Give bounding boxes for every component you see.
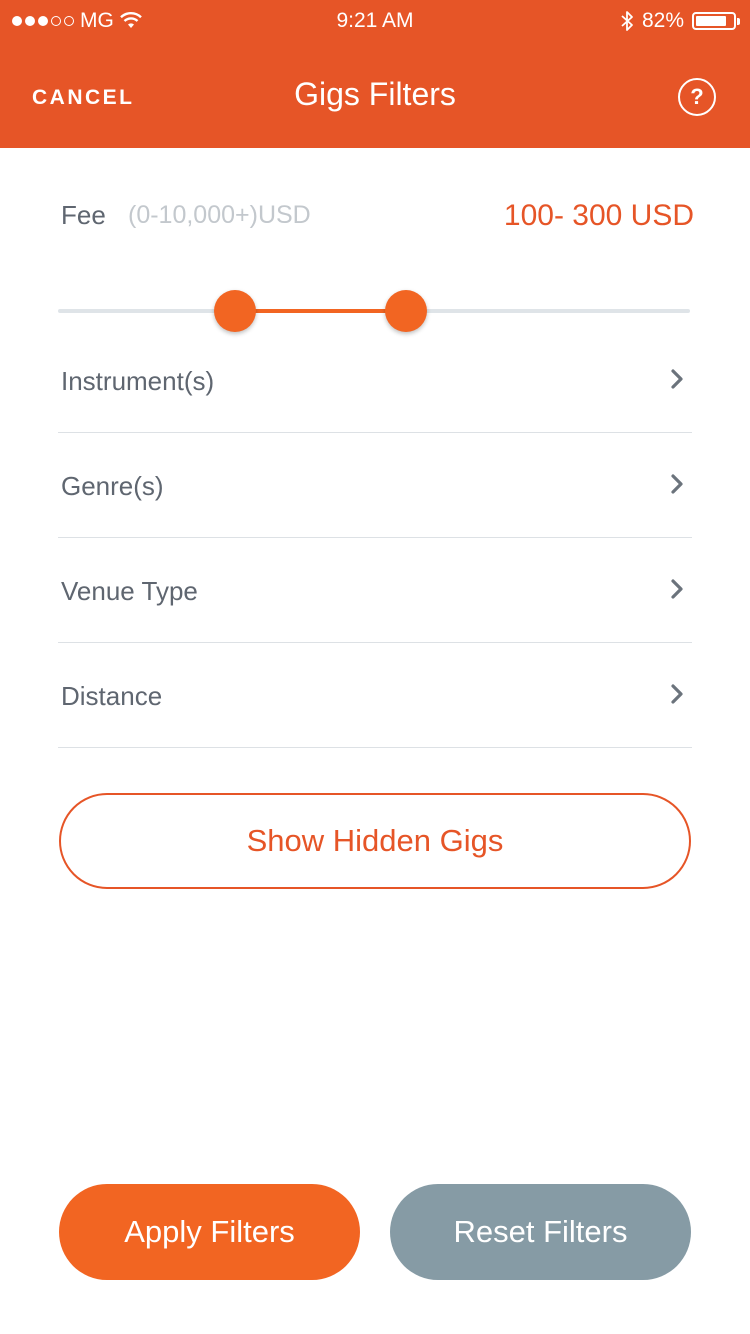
nav-bar: CANCEL Gigs Filters ?: [0, 40, 750, 148]
slider-thumb-max[interactable]: [384, 290, 427, 332]
filter-row-instruments[interactable]: Instrument(s): [58, 328, 692, 433]
fee-label: Fee: [61, 200, 106, 230]
header-bar: MG 9:21 AM 82% CANCEL Gigs Filters ?: [0, 0, 750, 148]
fee-selected-value: 100- 300 USD: [503, 199, 694, 232]
slider-track-fill: [234, 309, 406, 313]
filter-row-label: Instrument(s): [61, 366, 215, 396]
bluetooth-icon: [621, 11, 633, 31]
filter-list: Instrument(s) Genre(s) Venue Type Distan…: [58, 328, 692, 748]
chevron-right-icon: [671, 579, 683, 599]
battery-percent: 82%: [641, 9, 684, 32]
apply-filters-button[interactable]: Apply Filters: [59, 1184, 360, 1280]
filter-row-label: Distance: [61, 681, 163, 711]
chevron-right-icon: [671, 369, 683, 389]
status-right: 82%: [620, 9, 740, 33]
filter-row-genres[interactable]: Genre(s): [58, 433, 692, 538]
battery-icon: [692, 12, 740, 30]
chevron-right-icon: [671, 474, 683, 494]
page-title: Gigs Filters: [294, 76, 456, 112]
filter-row-label: Genre(s): [61, 471, 164, 501]
help-icon[interactable]: ?: [678, 78, 716, 116]
fee-range-hint: (0-10,000+)USD: [128, 201, 311, 229]
filter-row-label: Venue Type: [61, 576, 198, 606]
filter-row-venue-type[interactable]: Venue Type: [58, 538, 692, 643]
reset-filters-button[interactable]: Reset Filters: [390, 1184, 691, 1280]
chevron-right-icon: [671, 684, 683, 704]
slider-thumb-min[interactable]: [213, 290, 256, 332]
battery-fill: [696, 16, 726, 26]
filter-row-distance[interactable]: Distance: [58, 643, 692, 748]
show-hidden-gigs-button[interactable]: Show Hidden Gigs: [59, 793, 691, 889]
status-bar: MG 9:21 AM 82%: [0, 0, 750, 40]
